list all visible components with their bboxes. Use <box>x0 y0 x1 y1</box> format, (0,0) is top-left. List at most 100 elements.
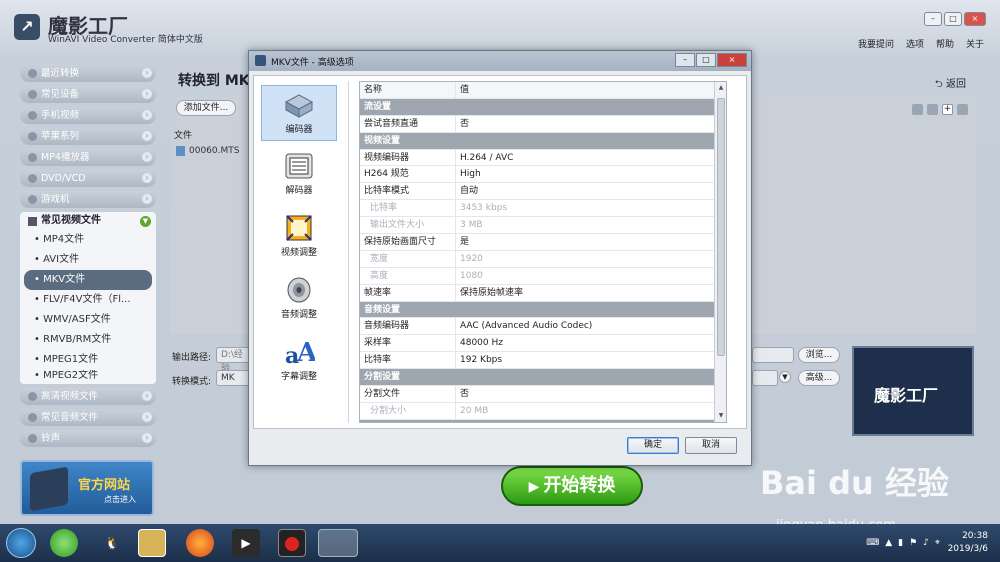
file-row[interactable]: 00060.MTS <box>176 146 239 156</box>
add-file-button[interactable]: 添加文件... <box>176 100 236 116</box>
sidebar-item-hd[interactable]: 高清视频文件 › <box>20 388 156 405</box>
sidebar-item-ringtone[interactable]: 铃声 › <box>20 430 156 447</box>
grid-property-row[interactable]: 帧速率 保持原始帧速率 <box>360 284 726 302</box>
dialog-maximize-button[interactable]: □ <box>696 53 716 67</box>
ime-icon[interactable]: ⌖ <box>935 538 940 548</box>
property-value[interactable]: High <box>456 166 726 182</box>
output-path-field-tail[interactable] <box>752 347 794 363</box>
clock[interactable]: 20:38 2019/3/6 <box>948 530 988 556</box>
mode-select-tail[interactable] <box>752 370 778 386</box>
sidebar-item-dvd[interactable]: DVD/VCD › <box>20 170 156 187</box>
grid-property-row[interactable]: 采样率 48000 Hz <box>360 335 726 353</box>
close-button[interactable]: × <box>964 12 986 26</box>
grid-property-row: 比特率 3453 kbps <box>360 200 726 218</box>
browse-button[interactable]: 浏览... <box>798 347 840 363</box>
chevron-down-icon[interactable]: ▼ <box>779 371 791 383</box>
grid-property-row[interactable]: H264 规范 High <box>360 166 726 184</box>
nav-decoder[interactable]: 解码器 <box>261 147 337 203</box>
sidebar-subitem[interactable]: • FLV/F4V文件（Fl... <box>20 290 156 310</box>
sidebar-item-audio[interactable]: 常见音频文件 › <box>20 409 156 426</box>
cancel-button[interactable]: 取消 <box>685 437 737 454</box>
property-value[interactable]: 保持原始帧速率 <box>456 285 726 301</box>
phone-icon <box>28 111 37 120</box>
grid-property-row[interactable]: 尝试音频直通否 <box>360 115 726 133</box>
sidebar-subitem[interactable]: • AVI文件 <box>20 250 156 270</box>
sidebar-item-devices[interactable]: 常见设备 › <box>20 86 156 103</box>
minimize-button[interactable]: – <box>924 12 942 26</box>
sidebar-subitem[interactable]: • MPEG2文件 <box>20 370 156 382</box>
menu-ask[interactable]: 我要提问 <box>858 37 894 50</box>
chevron-right-icon: › <box>142 152 152 162</box>
record-icon[interactable] <box>278 529 306 557</box>
property-value[interactable]: 否 <box>456 386 726 402</box>
property-value[interactable]: AAC (Advanced Audio Codec) <box>456 318 726 334</box>
sidebar-subitem[interactable]: • WMV/ASF文件 <box>20 310 156 330</box>
sidebar-item-game[interactable]: 游戏机 › <box>20 191 156 208</box>
keyboard-icon[interactable]: ⌨ <box>866 538 879 548</box>
sidebar-subitem[interactable]: • MP4文件 <box>20 230 156 250</box>
menu-help[interactable]: 帮助 <box>936 37 954 50</box>
property-value[interactable]: 否 <box>456 116 726 132</box>
qq-icon[interactable]: 🐧 <box>98 529 126 557</box>
start-convert-button[interactable]: ▶ 开始转换 <box>501 466 643 506</box>
volume-icon[interactable]: ♪ <box>923 538 929 548</box>
ok-button[interactable]: 确定 <box>627 437 679 454</box>
scroll-down-icon[interactable]: ▼ <box>715 410 726 422</box>
taskbar-app-icon[interactable] <box>50 529 78 557</box>
scroll-thumb[interactable] <box>717 98 725 356</box>
maximize-button[interactable]: □ <box>944 12 962 26</box>
property-value[interactable]: H.264 / AVC <box>456 150 726 166</box>
window-controls: – □ × <box>924 12 986 26</box>
folder-icon[interactable] <box>138 529 166 557</box>
media-app-icon[interactable]: ▶ <box>232 529 260 557</box>
remove-icon[interactable] <box>912 104 923 115</box>
audio-adjust-icon <box>287 277 311 303</box>
firefox-icon[interactable] <box>186 529 214 557</box>
dialog-titlebar[interactable]: MKV文件 - 高级选项 – □ × <box>249 51 751 71</box>
nav-subtitle-adjust[interactable]: aA 字幕调整 <box>261 333 337 389</box>
grid-property-row[interactable]: 视频编码器 H.264 / AVC <box>360 149 726 167</box>
nav-audio-adjust[interactable]: 音频调整 <box>261 271 337 327</box>
back-button[interactable]: ⮌ 返回 <box>935 75 966 94</box>
grid-property-row[interactable]: 音频编码器 AAC (Advanced Audio Codec) <box>360 318 726 336</box>
sidebar-item-recent[interactable]: 最近转换 › <box>20 65 156 82</box>
taskbar: 🐧 ▶ ⌨ ▲ ▮ ⚑ ♪ ⌖ 20:38 2019/3/6 <box>0 524 1000 562</box>
property-value[interactable]: 是 <box>456 234 726 250</box>
grid-property-row[interactable]: 保持原始画面尺寸是 <box>360 234 726 251</box>
official-site-banner[interactable]: 官方网站 点击进入 <box>20 460 154 516</box>
property-value[interactable]: 192 Kbps <box>456 352 726 368</box>
sidebar-subitem-active[interactable]: • MKV文件 <box>24 270 152 290</box>
plus-icon[interactable]: + <box>942 104 953 115</box>
property-value[interactable]: 48000 Hz <box>456 335 726 351</box>
property-value[interactable]: 自动 <box>456 183 726 199</box>
up-icon[interactable] <box>927 104 938 115</box>
winavi-taskbar-icon[interactable] <box>318 529 358 557</box>
nav-video-adjust[interactable]: 视频调整 <box>261 209 337 265</box>
dialog-close-button[interactable]: × <box>717 53 747 67</box>
grid-property-row[interactable]: 比特率模式 自动 <box>360 183 726 201</box>
tray-arrow-icon[interactable]: ▲ <box>885 538 892 548</box>
grid-property-row[interactable]: 比特率 192 Kbps <box>360 352 726 370</box>
sidebar-item-mp4[interactable]: MP4播放器 › <box>20 149 156 166</box>
menu-about[interactable]: 关于 <box>966 37 984 50</box>
sidebar-subitem[interactable]: • MPEG1文件 <box>20 350 156 370</box>
output-path-field[interactable]: D:\经验 <box>216 347 250 374</box>
advanced-button[interactable]: 高级... <box>798 370 840 386</box>
menu-options[interactable]: 选项 <box>906 37 924 50</box>
scroll-up-icon[interactable]: ▲ <box>715 82 726 94</box>
mode-select[interactable]: MK <box>216 370 250 386</box>
grid-property-row[interactable]: 分割文件否 <box>360 386 726 403</box>
sidebar-item-apple[interactable]: 苹果系列 › <box>20 128 156 145</box>
dialog-window-controls: – □ × <box>675 53 747 67</box>
settings-icon[interactable] <box>957 104 968 115</box>
dialog-minimize-button[interactable]: – <box>675 53 695 67</box>
flag-icon[interactable]: ⚑ <box>909 538 917 548</box>
start-menu-button[interactable] <box>6 528 36 558</box>
network-icon[interactable]: ▮ <box>898 538 903 548</box>
grid-section-row: 音频设置 <box>360 301 726 319</box>
sidebar-group-header[interactable]: 常见视频文件 ▼ <box>20 212 156 230</box>
grid-scrollbar[interactable]: ▲ ▼ <box>714 82 726 422</box>
sidebar-subitem[interactable]: • RMVB/RM文件 <box>20 330 156 350</box>
sidebar-item-mobile[interactable]: 手机视频 › <box>20 107 156 124</box>
nav-encoder[interactable]: 编码器 <box>261 85 337 141</box>
